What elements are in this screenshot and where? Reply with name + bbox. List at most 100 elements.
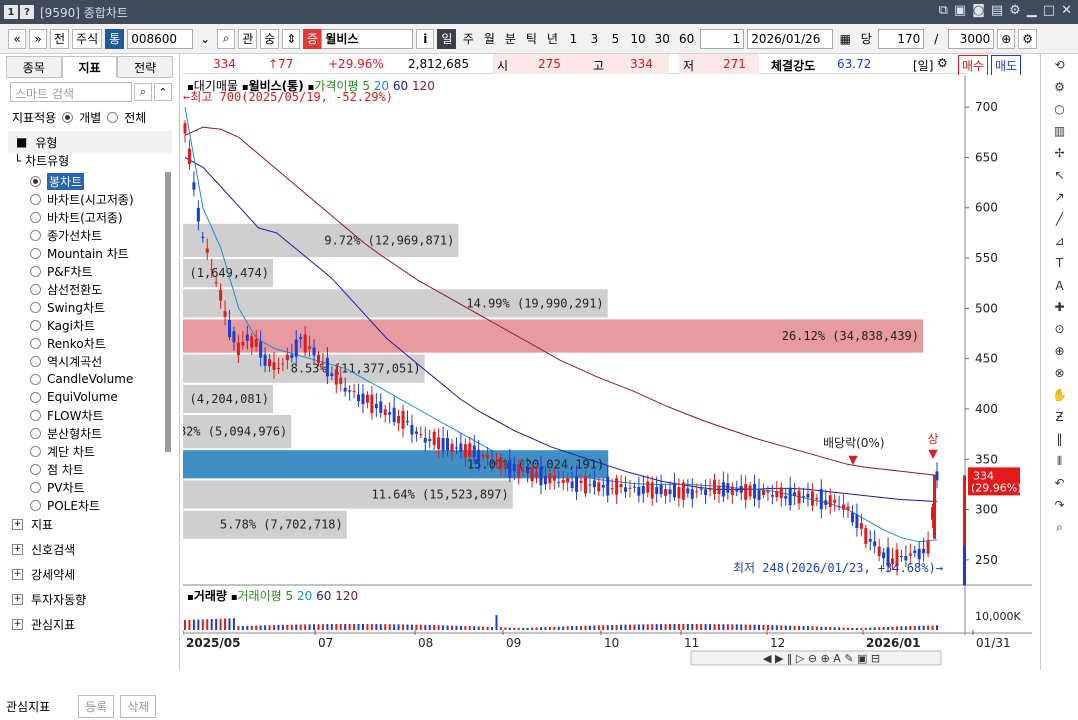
period-tab-week[interactable]: 주 — [459, 29, 477, 49]
calendar-icon[interactable]: ▦ — [836, 29, 854, 49]
chart-type-item[interactable]: 바차트(시고저종) — [30, 190, 168, 208]
chart-type-radio[interactable] — [30, 301, 41, 313]
chart-type-item[interactable]: Swing차트 — [30, 298, 168, 316]
price-chart[interactable]: 9.72% (12,969,871) 1.23% (1,649,474) 14.99… — [146, 75, 1032, 670]
search-icon[interactable]: ⌕ — [134, 83, 152, 101]
date-input[interactable]: 2026/01/26 — [747, 28, 834, 49]
save-icon[interactable]: ▣ — [954, 3, 966, 18]
interval-spin[interactable]: 1 — [700, 28, 745, 49]
chart-type-radio[interactable] — [30, 445, 41, 457]
chart-type-item[interactable]: 바차트(고저종) — [30, 208, 168, 226]
help-icon[interactable]: ? — [20, 5, 34, 19]
chart-type-radio[interactable] — [30, 247, 41, 259]
period-tab-minute[interactable]: 분 — [501, 29, 519, 49]
gear-icon[interactable]: ⚙ — [1041, 76, 1078, 98]
chart-type-radio[interactable] — [30, 337, 41, 349]
minimize-icon[interactable]: ▁ — [1027, 3, 1037, 18]
interval-30[interactable]: 30 — [652, 29, 673, 49]
columns-icon[interactable]: ‖ — [1041, 428, 1078, 450]
auto-icon[interactable]: ⊿ — [1041, 230, 1078, 252]
chart-type-item[interactable]: 역시계곡선 — [30, 352, 168, 370]
period-tab-tick[interactable]: 틱 — [522, 29, 540, 49]
chart-type-radio[interactable] — [30, 355, 41, 367]
count-input[interactable]: 170 — [878, 28, 925, 49]
quote-settings-icon[interactable]: ⚙ — [937, 56, 948, 70]
zoom-icon[interactable]: ⊕ — [997, 28, 1016, 49]
chart-type-radio[interactable] — [30, 211, 41, 223]
interval-10[interactable]: 10 — [627, 29, 648, 49]
indicator-group[interactable]: + 투자자동향 — [12, 587, 86, 611]
type-section[interactable]: ■ 유형 — [8, 131, 172, 153]
search-icon[interactable]: ⌕ — [1041, 516, 1078, 538]
undo-icon[interactable]: ↶ — [1041, 472, 1078, 494]
spin-updown-icon[interactable]: ⇕ — [282, 28, 301, 49]
type-button[interactable]: 통 — [105, 28, 125, 49]
max-input[interactable]: 3000 — [948, 28, 995, 49]
tab-indicators[interactable]: 지표 — [61, 56, 118, 78]
buy-button[interactable]: 매수 — [958, 55, 989, 76]
chart-type-item[interactable]: Mountain 차트 — [30, 244, 168, 262]
redo-icon[interactable]: ↷ — [1041, 494, 1078, 516]
chart-type-item[interactable]: Kagi차트 — [30, 316, 168, 334]
prev-button[interactable]: 전 — [50, 28, 70, 49]
crosshair-icon[interactable]: ✢ — [1041, 142, 1078, 164]
chart-type-item[interactable]: EquiVolume — [30, 388, 168, 406]
toolbar-settings-icon[interactable]: ⚙ — [1018, 28, 1038, 49]
chart-type-item[interactable]: 점 차트 — [30, 460, 168, 478]
chart-type-item[interactable]: FLOW차트 — [30, 406, 168, 424]
bars-icon[interactable]: ⦀ — [1041, 450, 1078, 472]
indicator-group[interactable]: + 강세약세 — [12, 562, 75, 586]
chart-type-radio[interactable] — [30, 373, 41, 385]
chart-type-radio[interactable] — [30, 229, 41, 241]
radio-all[interactable] — [107, 112, 119, 123]
radio-individual[interactable] — [62, 112, 74, 123]
sidebar-scrollbar[interactable] — [165, 172, 171, 452]
interval-5[interactable]: 5 — [606, 29, 624, 49]
expand-icon[interactable]: + — [12, 593, 23, 605]
tab-stocks[interactable]: 종목 — [6, 56, 62, 78]
bar-chart-icon[interactable]: ▥ — [1041, 120, 1078, 142]
chart-type-item[interactable]: 분산형차트 — [30, 424, 168, 442]
chart-type-radio[interactable] — [30, 319, 41, 331]
chart-type-item[interactable]: 종가선차트 — [30, 226, 168, 244]
interval-1[interactable]: 1 — [564, 29, 582, 49]
chart-area[interactable]: 9.72% (12,969,871) 1.23% (1,649,474) 14.99… — [146, 75, 1032, 670]
chart-type-item[interactable]: 계단 차트 — [30, 442, 168, 460]
delete-button[interactable]: 삭제 — [120, 694, 157, 718]
chart-type-radio[interactable] — [30, 283, 41, 295]
code-input[interactable]: 008600 — [127, 28, 194, 49]
expand-icon[interactable]: + — [12, 568, 23, 580]
refresh-icon[interactable]: ⟲ — [1041, 54, 1078, 76]
indicator-group[interactable]: + 지표 — [12, 512, 53, 536]
chart-type-item[interactable]: 삼선전환도 — [30, 280, 168, 298]
close-icon[interactable]: ✕ — [1061, 3, 1072, 18]
next-button[interactable]: » — [29, 28, 47, 49]
chart-type-item[interactable]: P&F차트 — [30, 262, 168, 280]
jung-button[interactable]: 숭 — [260, 28, 280, 49]
expand-icon[interactable]: + — [12, 518, 23, 530]
chart-type-item[interactable]: PV차트 — [30, 478, 168, 496]
chart-type-radio[interactable] — [30, 409, 41, 421]
line-icon[interactable]: ╱ — [1041, 208, 1078, 230]
register-button[interactable]: 등록 — [78, 694, 115, 718]
period-tab-day[interactable]: 일 — [437, 28, 457, 49]
search-icon[interactable]: ⌕ — [217, 28, 236, 49]
tab-strategy[interactable]: 전략 — [117, 56, 174, 78]
market-button[interactable]: 주식 — [72, 28, 103, 49]
smart-search-input[interactable]: 스마트 검색 — [10, 82, 132, 102]
hand-icon[interactable]: ✋ — [1041, 384, 1078, 406]
chart-type-item[interactable]: CandleVolume — [30, 370, 168, 388]
plus-icon[interactable]: ✚ — [1041, 296, 1078, 318]
chart-type-radio[interactable] — [30, 427, 41, 439]
first-button[interactable]: « — [8, 28, 26, 49]
info-button[interactable]: i — [416, 28, 435, 49]
indicator-group[interactable]: + 관심지표 — [12, 612, 75, 636]
period-tab-year[interactable]: 년 — [543, 29, 561, 49]
chart-type-radio[interactable] — [30, 499, 41, 511]
sell-button[interactable]: 매도 — [991, 55, 1022, 76]
interval-3[interactable]: 3 — [585, 29, 603, 49]
chart-type-radio[interactable] — [30, 175, 41, 187]
expand-icon[interactable]: + — [12, 543, 23, 555]
stats-icon[interactable]: ⊗ — [1041, 362, 1078, 384]
link-icon[interactable]: ⧉ — [939, 3, 948, 18]
